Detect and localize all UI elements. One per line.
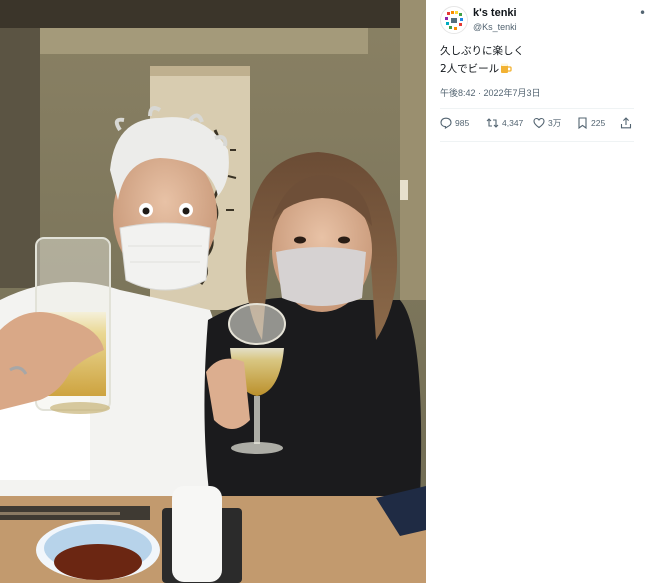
reply-icon <box>440 117 452 129</box>
avatar[interactable] <box>440 6 468 34</box>
tweet-header: k's tenki @Ks_tenki ••• <box>440 6 645 34</box>
reply-count: 985 <box>455 118 470 128</box>
user-handle[interactable]: @Ks_tenki <box>473 22 517 32</box>
tweet-text-line-1: 久しぶりに楽しく <box>440 45 524 57</box>
retweet-count: 4,347 <box>502 118 524 128</box>
like-count: 3万 <box>548 118 562 128</box>
display-name[interactable]: k's tenki <box>473 7 517 19</box>
tweet-text-line-2: 2人でビール <box>440 60 524 78</box>
action-bar: 985 4,347 3万 225 <box>440 117 636 135</box>
heart-icon <box>533 117 545 129</box>
tweet-panel: k's tenki @Ks_tenki ••• 久しぶりに楽しく 2人でビール … <box>426 0 645 583</box>
reply-button[interactable]: 985 <box>440 117 469 129</box>
bookmark-icon <box>578 117 587 129</box>
beer-mug-icon <box>501 63 512 73</box>
retweet-button[interactable]: 4,347 <box>486 117 523 129</box>
share-icon <box>620 117 632 129</box>
retweet-icon <box>486 118 499 128</box>
bookmark-button[interactable]: 225 <box>577 117 605 129</box>
divider <box>440 108 634 109</box>
photo-illustration <box>0 0 426 583</box>
avatar-logo-icon <box>441 7 467 33</box>
bookmark-count: 225 <box>591 118 606 128</box>
like-button[interactable]: 3万 <box>533 117 561 129</box>
share-button[interactable] <box>620 117 632 129</box>
more-horizontal-icon[interactable]: ••• <box>639 7 645 19</box>
tweet-timestamp[interactable]: 午後8:42 · 2022年7月3日 <box>440 86 541 99</box>
tweet-photo[interactable] <box>0 0 426 583</box>
divider <box>440 141 634 142</box>
tweet-text: 久しぶりに楽しく 2人でビール <box>440 42 524 78</box>
tweet-text-line-2-label: 2人でビール <box>440 63 500 75</box>
